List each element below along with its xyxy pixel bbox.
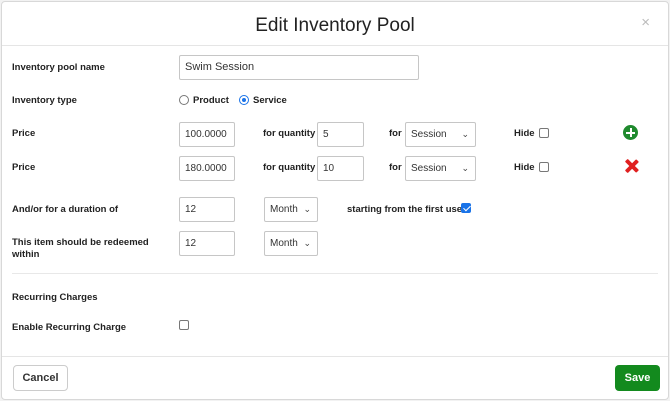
duration-label: And/or for a duration of	[12, 204, 119, 215]
quantity-label: for quantity	[263, 162, 316, 173]
close-icon[interactable]: ×	[641, 14, 650, 31]
enable-recurring-checkbox[interactable]	[179, 320, 189, 330]
cancel-button[interactable]: Cancel	[13, 365, 68, 391]
x-icon[interactable]	[624, 159, 638, 173]
radio-service[interactable]	[239, 95, 249, 105]
redeem-unit-select[interactable]: Month ⌄	[264, 231, 318, 256]
price-label: Price	[12, 162, 36, 173]
quantity-input[interactable]: 10	[317, 156, 364, 181]
edit-inventory-pool-dialog: Edit Inventory Pool × Inventory pool nam…	[1, 1, 669, 400]
price-label: Price	[12, 128, 36, 139]
radio-product-label: Product	[193, 95, 229, 106]
section-divider	[12, 273, 658, 274]
inventory-type-label: Inventory type	[12, 95, 77, 106]
chevron-down-icon: ⌄	[461, 163, 469, 173]
first-use-label: starting from the first use	[347, 204, 463, 215]
duration-unit-value: Month	[270, 204, 298, 215]
duration-unit-select[interactable]: Month ⌄	[264, 197, 318, 222]
chevron-down-icon: ⌄	[303, 238, 311, 248]
duration-input[interactable]: 12	[179, 197, 235, 222]
quantity-label: for quantity	[263, 128, 316, 139]
pool-name-label: Inventory pool name	[12, 62, 105, 73]
redeem-input[interactable]: 12	[179, 231, 235, 256]
redeem-unit-value: Month	[270, 238, 298, 249]
unit-select[interactable]: Session ⌄	[405, 122, 476, 147]
redeem-label: This item should be redeemed within	[12, 237, 149, 260]
chevron-down-icon: ⌄	[303, 204, 311, 214]
hide-label: Hide	[514, 128, 535, 139]
hide-checkbox[interactable]	[539, 128, 549, 138]
radio-service-label: Service	[253, 95, 287, 106]
recurring-section-label: Recurring Charges	[12, 292, 98, 303]
enable-recurring-label: Enable Recurring Charge	[12, 322, 127, 333]
unit-select-value: Session	[411, 163, 447, 174]
chevron-down-icon: ⌄	[461, 129, 469, 139]
for-label: for	[389, 162, 402, 173]
save-button[interactable]: Save	[615, 365, 660, 391]
radio-product[interactable]	[179, 95, 189, 105]
price-input[interactable]: 100.0000	[179, 122, 235, 147]
plus-circle-icon[interactable]	[623, 125, 638, 140]
for-label: for	[389, 128, 402, 139]
dialog-title: Edit Inventory Pool	[255, 15, 415, 36]
pool-name-input[interactable]: Swim Session	[179, 55, 419, 80]
dialog-footer-divider	[2, 356, 668, 357]
first-use-checkbox[interactable]	[461, 203, 471, 213]
unit-select-value: Session	[411, 129, 447, 140]
price-input[interactable]: 180.0000	[179, 156, 235, 181]
unit-select[interactable]: Session ⌄	[405, 156, 476, 181]
hide-checkbox[interactable]	[539, 162, 549, 172]
quantity-input[interactable]: 5	[317, 122, 364, 147]
hide-label: Hide	[514, 162, 535, 173]
dialog-header: Edit Inventory Pool ×	[2, 2, 668, 46]
